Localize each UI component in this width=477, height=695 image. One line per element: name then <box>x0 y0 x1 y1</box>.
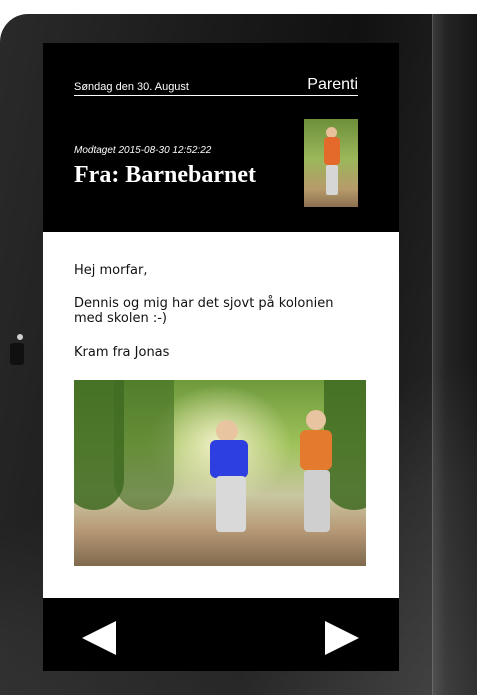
screen: Søndag den 30. August Parenti Modtaget 2… <box>43 43 399 671</box>
camera-icon <box>17 334 23 340</box>
message-signoff: Kram fra Jonas <box>74 345 170 360</box>
message-greeting: Hej morfar, <box>74 263 148 278</box>
message-photo[interactable] <box>74 380 366 566</box>
side-button <box>10 343 24 365</box>
photo-child-2-head <box>306 410 326 430</box>
sender-title: Fra: Barnebarnet <box>74 162 256 188</box>
photo-tree-left-2 <box>114 380 174 510</box>
top-bar: Søndag den 30. August Parenti <box>74 73 358 96</box>
received-timestamp: Modtaget 2015-08-30 12:52:22 <box>74 145 212 156</box>
photo-child-1-body <box>210 440 248 478</box>
brand-logo: Parenti <box>307 76 358 93</box>
message-panel: Hej morfar, Dennis og mig har det sjovt … <box>43 232 399 598</box>
message-text: Dennis og mig har det sjovt på kolonien … <box>74 296 334 326</box>
date-label: Søndag den 30. August <box>74 81 189 93</box>
photo-thumbnail[interactable] <box>304 119 358 207</box>
thumbnail-child-legs <box>326 165 338 195</box>
thumbnail-child-body <box>324 137 340 165</box>
arrow-left-icon[interactable] <box>82 621 116 655</box>
photo-child-1-legs <box>216 476 246 532</box>
arrow-right-icon[interactable] <box>325 621 359 655</box>
navigation-bar <box>43 598 399 671</box>
photo-child-1-head <box>216 420 238 442</box>
photo-child-2-body <box>300 430 332 470</box>
photo-child-2-legs <box>304 470 330 532</box>
